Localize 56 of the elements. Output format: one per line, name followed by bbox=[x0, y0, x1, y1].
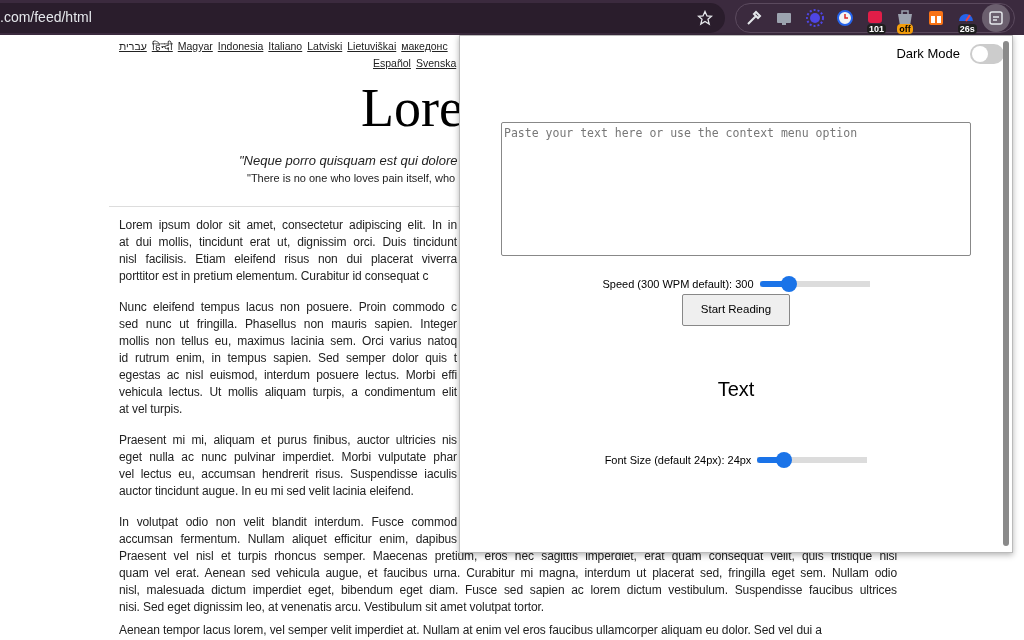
extension-button[interactable]: 26s bbox=[951, 3, 980, 32]
url-text: .com/feed/html bbox=[0, 8, 92, 27]
language-link[interactable]: Indonesia bbox=[217, 38, 264, 55]
slider-thumb[interactable] bbox=[781, 276, 798, 293]
quote-translation: "There is no one who loves pain itself, who bbox=[247, 171, 456, 186]
text-line: sed nunc ut fringilla. Phasellus non mauris sapien. Integer bbox=[119, 316, 457, 333]
font-size-label: Font Size (default 24px): 24px bbox=[604, 452, 752, 468]
language-link[interactable]: עברית bbox=[119, 38, 147, 55]
text-input-field[interactable]: Paste your text here or use the context menu option bbox=[501, 122, 971, 256]
extension-icon bbox=[804, 7, 825, 28]
language-link[interactable]: हिन्दी bbox=[151, 38, 173, 55]
text-line: egestas ac nisl euismod, interdum posuere lectus. Morbi effi bbox=[119, 367, 457, 384]
start-reading-button[interactable]: Start Reading bbox=[682, 293, 790, 326]
text-line: nisl, malesuada dictum imperdiet eget, bibendum eget diam. Fusce sed sapien ac lorem dictum vestibulum. Suspendisse faucibus ultrices bbox=[119, 582, 897, 599]
bookmark-star-icon[interactable] bbox=[697, 9, 713, 26]
text-line: quam vel erat. Aenean sed vehicula augue, et faucibus urna. Curabitur mi magna, interdum ut placerat sed, fringilla eget sem. Nullam odio bbox=[119, 565, 897, 582]
display-word: Text bbox=[717, 376, 755, 402]
language-link[interactable]: Italiano bbox=[268, 38, 303, 55]
speed-label: Speed (300 WPM default): 300 bbox=[602, 277, 754, 292]
text-line: mollis non tellus eu, maximus lacinia sem. Orci varius natoq bbox=[119, 333, 457, 350]
extension-badge: 101 bbox=[867, 23, 887, 34]
text-line: at dui mollis, tincidunt erat ut, dignissim orci. Duis tincidunt bbox=[119, 234, 457, 251]
text-line: In volutpat odio non velit blandit interdum. Fusce commod bbox=[119, 514, 457, 531]
language-link[interactable]: Latviski bbox=[307, 38, 343, 55]
text-line: Aenean tempor lacus lorem, vel semper velit imperdiet at. Nullam at enim vel eros faucibus ullamcorper aliquam eu dolor. Sed vel dui a bbox=[119, 623, 822, 637]
text-line: vehicula lectus. Ut mollis aliquam turpis, a condimentum elit bbox=[119, 384, 457, 401]
text-line: Praesent mi mi, aliquam et purus finibus, auctor ultricies nis bbox=[119, 432, 457, 449]
extension-button[interactable]: 101 bbox=[861, 3, 889, 32]
quote-text: "Neque porro quisquam est qui dolore bbox=[239, 152, 458, 170]
text-line: at vel turpis. bbox=[119, 401, 183, 418]
address-bar[interactable]: .com/feed/html bbox=[0, 2, 725, 33]
text-line: vel lectus eu, accumsan hendrerit risus. Suspendisse iaculis bbox=[119, 466, 457, 483]
text-line: porttitor est in pretium elementum. Curabitur id consequat c bbox=[119, 268, 430, 285]
slider-thumb[interactable] bbox=[775, 451, 792, 468]
dark-mode-label: Dark Mode bbox=[896, 45, 960, 64]
text-line: Nunc eleifend tempus lacus non posuere. Proin commodo c bbox=[119, 299, 457, 316]
extension-badge: 26s bbox=[957, 23, 977, 34]
language-link[interactable]: Magyar bbox=[177, 38, 213, 55]
language-link[interactable]: Español bbox=[373, 55, 411, 72]
text-line: auctor tincidunt augue. In eu mi sed velit lacinia eleifend. bbox=[119, 483, 414, 500]
text-line: Lorem ipsum dolor sit amet, consectetur adipiscing elit. In in bbox=[119, 217, 457, 234]
extension-icon bbox=[834, 7, 855, 28]
extension-button[interactable]: off bbox=[891, 3, 920, 32]
extension-badge: off bbox=[897, 23, 913, 34]
language-link[interactable]: Svenska bbox=[415, 55, 457, 72]
article-title: Lore bbox=[361, 78, 463, 138]
language-link[interactable]: македонс bbox=[401, 38, 448, 55]
extension-button[interactable] bbox=[982, 3, 1010, 32]
text-line: id rutrum enim, in tempus sapien. Sed semper dolor quis t bbox=[119, 350, 457, 367]
text-line: accumsan fermentum. Nullam aliquet efficitur enim, dapibus bbox=[119, 531, 457, 548]
text-line: nisi. Sed eget dignissim leo, at venenatis arcu. Vestibulum sit amet volutpat tortor. bbox=[119, 599, 545, 616]
text-line: nisl facilisis. Etiam eleifend risus non dui placerat viverra bbox=[119, 251, 457, 268]
text-line: eget nulla ac nunc pulvinar imperdiet. Morbi vulputate phar bbox=[119, 449, 457, 466]
dark-mode-toggle[interactable] bbox=[970, 44, 1004, 64]
scrollbar[interactable] bbox=[1003, 41, 1009, 546]
language-link[interactable]: Lietuviškai bbox=[347, 38, 397, 55]
